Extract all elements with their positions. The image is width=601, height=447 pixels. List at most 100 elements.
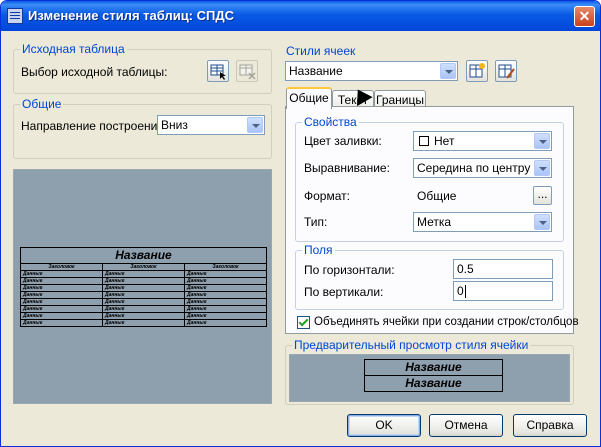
preview-table-data-cell: Данные — [21, 278, 103, 284]
horizontal-margin-label: По горизонтали: — [304, 263, 395, 277]
window-title: Изменение стиля таблиц: СПДС — [28, 8, 235, 23]
preview-table-data-cell: Данные — [187, 292, 207, 298]
preview-table-data-cell: Данные — [103, 285, 185, 291]
cell-styles-label: Стили ячеек — [286, 44, 356, 58]
general-group-title: Общие — [20, 97, 64, 111]
chevron-down-icon[interactable] — [534, 160, 550, 176]
cell-preview-line-2: Название — [405, 376, 462, 390]
preview-table-data-row: Данные Данные Данные — [21, 306, 266, 313]
close-button[interactable]: ✕ — [574, 6, 595, 27]
preview-table-data-row: Данные Данные Данные — [21, 278, 266, 285]
preview-table-data-row: Данные Данные Данные — [21, 285, 266, 292]
clear-table-button[interactable] — [236, 60, 258, 82]
vertical-margin-label: По вертикали: — [304, 285, 384, 299]
new-cell-style-icon — [469, 63, 485, 78]
chevron-down-icon[interactable] — [534, 214, 550, 230]
ok-button[interactable]: OK — [347, 414, 421, 437]
fill-color-value: Нет — [434, 134, 455, 148]
select-source-table-label: Выбор исходной таблицы: — [21, 65, 168, 79]
cell-style-preview: Название Название — [289, 354, 570, 402]
dialog-window: Изменение стиля таблиц: СПДС ✕ Исходная … — [0, 0, 601, 447]
manage-cell-styles-icon — [498, 64, 515, 79]
select-table-button[interactable] — [207, 60, 229, 82]
preview-table-header-cell: Заголовок — [21, 264, 103, 270]
preview-table-data-cell: Данные — [187, 285, 207, 291]
preview-table-data-cell: Данные — [21, 299, 103, 305]
fill-color-label: Цвет заливки: — [304, 134, 382, 148]
preview-table-header-cell: Заголовок — [212, 264, 239, 270]
preview-table-data-cell: Данные — [103, 306, 185, 312]
cell-preview-group-title: Предварительный просмотр стиля ячейки — [292, 338, 531, 352]
preview-table-data-cell: Данные — [103, 271, 185, 277]
chevron-down-icon[interactable] — [440, 63, 456, 79]
margins-group-title: Поля — [302, 243, 335, 257]
horizontal-margin-input[interactable]: 0.5 — [453, 259, 553, 279]
table-style-preview: Название Заголовок Заголовок Заголовок Данн… — [13, 169, 272, 404]
format-label: Формат: — [304, 189, 350, 203]
format-button[interactable]: ... — [533, 186, 552, 205]
preview-table-data-cell: Данные — [21, 313, 103, 319]
preview-table-data-cell: Данные — [21, 306, 103, 312]
preview-table-data-cell: Данные — [187, 271, 207, 277]
preview-table-data-cell: Данные — [21, 285, 103, 291]
chevron-down-icon[interactable] — [247, 117, 263, 133]
preview-table-data-cell: Данные — [187, 313, 207, 319]
type-select[interactable]: Метка — [413, 212, 552, 232]
format-value: Общие — [417, 189, 457, 203]
new-cell-style-button[interactable] — [466, 60, 488, 82]
chevron-down-icon[interactable] — [534, 133, 550, 149]
tab-panel-general: Свойства Цвет заливки: Нет Выравнивание:… — [285, 106, 579, 334]
preview-table-body: Заголовок Заголовок Заголовок Данные Данные Д… — [21, 264, 266, 326]
preview-table-data-cell: Данные — [103, 313, 185, 319]
alignment-select[interactable]: Середина по центру — [413, 158, 552, 178]
cell-preview-line-1: Название — [365, 360, 502, 376]
preview-table-data-row: Данные Данные Данные — [21, 292, 266, 299]
manage-cell-styles-button[interactable] — [495, 60, 517, 82]
preview-mini-table: Название Заголовок Заголовок Заголовок Данн… — [20, 247, 267, 327]
type-value: Метка — [417, 215, 452, 229]
tab-general[interactable]: Общие — [286, 87, 332, 109]
preview-table-data-cell: Данные — [103, 320, 185, 326]
properties-group-title: Свойства — [302, 115, 359, 129]
preview-table-data-cell: Данные — [21, 292, 103, 298]
preview-table-header-cell: Заголовок — [103, 264, 185, 270]
color-swatch — [419, 136, 429, 146]
fill-color-select[interactable]: Нет — [413, 131, 552, 151]
text-caret — [464, 285, 466, 299]
preview-table-data-cell: Данные — [187, 278, 207, 284]
vertical-margin-value: 0 — [457, 284, 464, 298]
table-select-icon — [210, 64, 226, 80]
source-table-group-title: Исходная таблица — [20, 42, 127, 56]
preview-table-title: Название — [21, 248, 266, 264]
cell-preview-table: Название Название — [364, 359, 503, 392]
cell-style-value: Название — [289, 64, 343, 78]
alignment-label: Выравнивание: — [304, 161, 390, 175]
app-icon — [7, 8, 23, 24]
preview-table-data-cell: Данные — [103, 278, 185, 284]
vertical-margin-input[interactable]: 0 — [453, 281, 553, 301]
table-clear-icon — [239, 64, 256, 80]
preview-table-data-cell: Данные — [21, 271, 103, 277]
title-bar: Изменение стиля таблиц: СПДС ✕ — [1, 1, 600, 31]
type-label: Тип: — [304, 215, 328, 229]
direction-value: Вниз — [161, 118, 188, 132]
preview-table-data-cell: Данные — [21, 320, 103, 326]
preview-table-data-row: Данные Данные Данные — [21, 271, 266, 278]
merge-cells-label: Объединять ячейки при создании строк/сто… — [314, 316, 579, 328]
direction-label: Направление построения: — [21, 119, 168, 133]
merge-cells-checkbox[interactable] — [297, 316, 310, 329]
preview-table-data-cell: Данные — [187, 306, 207, 312]
preview-table-data-row: Данные Данные Данные — [21, 313, 266, 320]
preview-table-data-row: Данные Данные Данные — [21, 299, 266, 306]
preview-table-header-row: Заголовок Заголовок Заголовок — [21, 264, 266, 271]
cell-style-select[interactable]: Название — [285, 61, 458, 81]
direction-select[interactable]: Вниз — [157, 115, 265, 135]
help-button[interactable]: Справка — [513, 414, 587, 437]
preview-table-data-cell: Данные — [103, 299, 185, 305]
preview-table-data-row: Данные Данные Данные — [21, 320, 266, 326]
alignment-value: Середина по центру — [417, 161, 531, 175]
cancel-button[interactable]: Отмена — [429, 414, 503, 437]
preview-table-data-cell: Данные — [187, 320, 207, 326]
preview-table-data-cell: Данные — [103, 292, 185, 298]
preview-table-data-cell: Данные — [187, 299, 207, 305]
